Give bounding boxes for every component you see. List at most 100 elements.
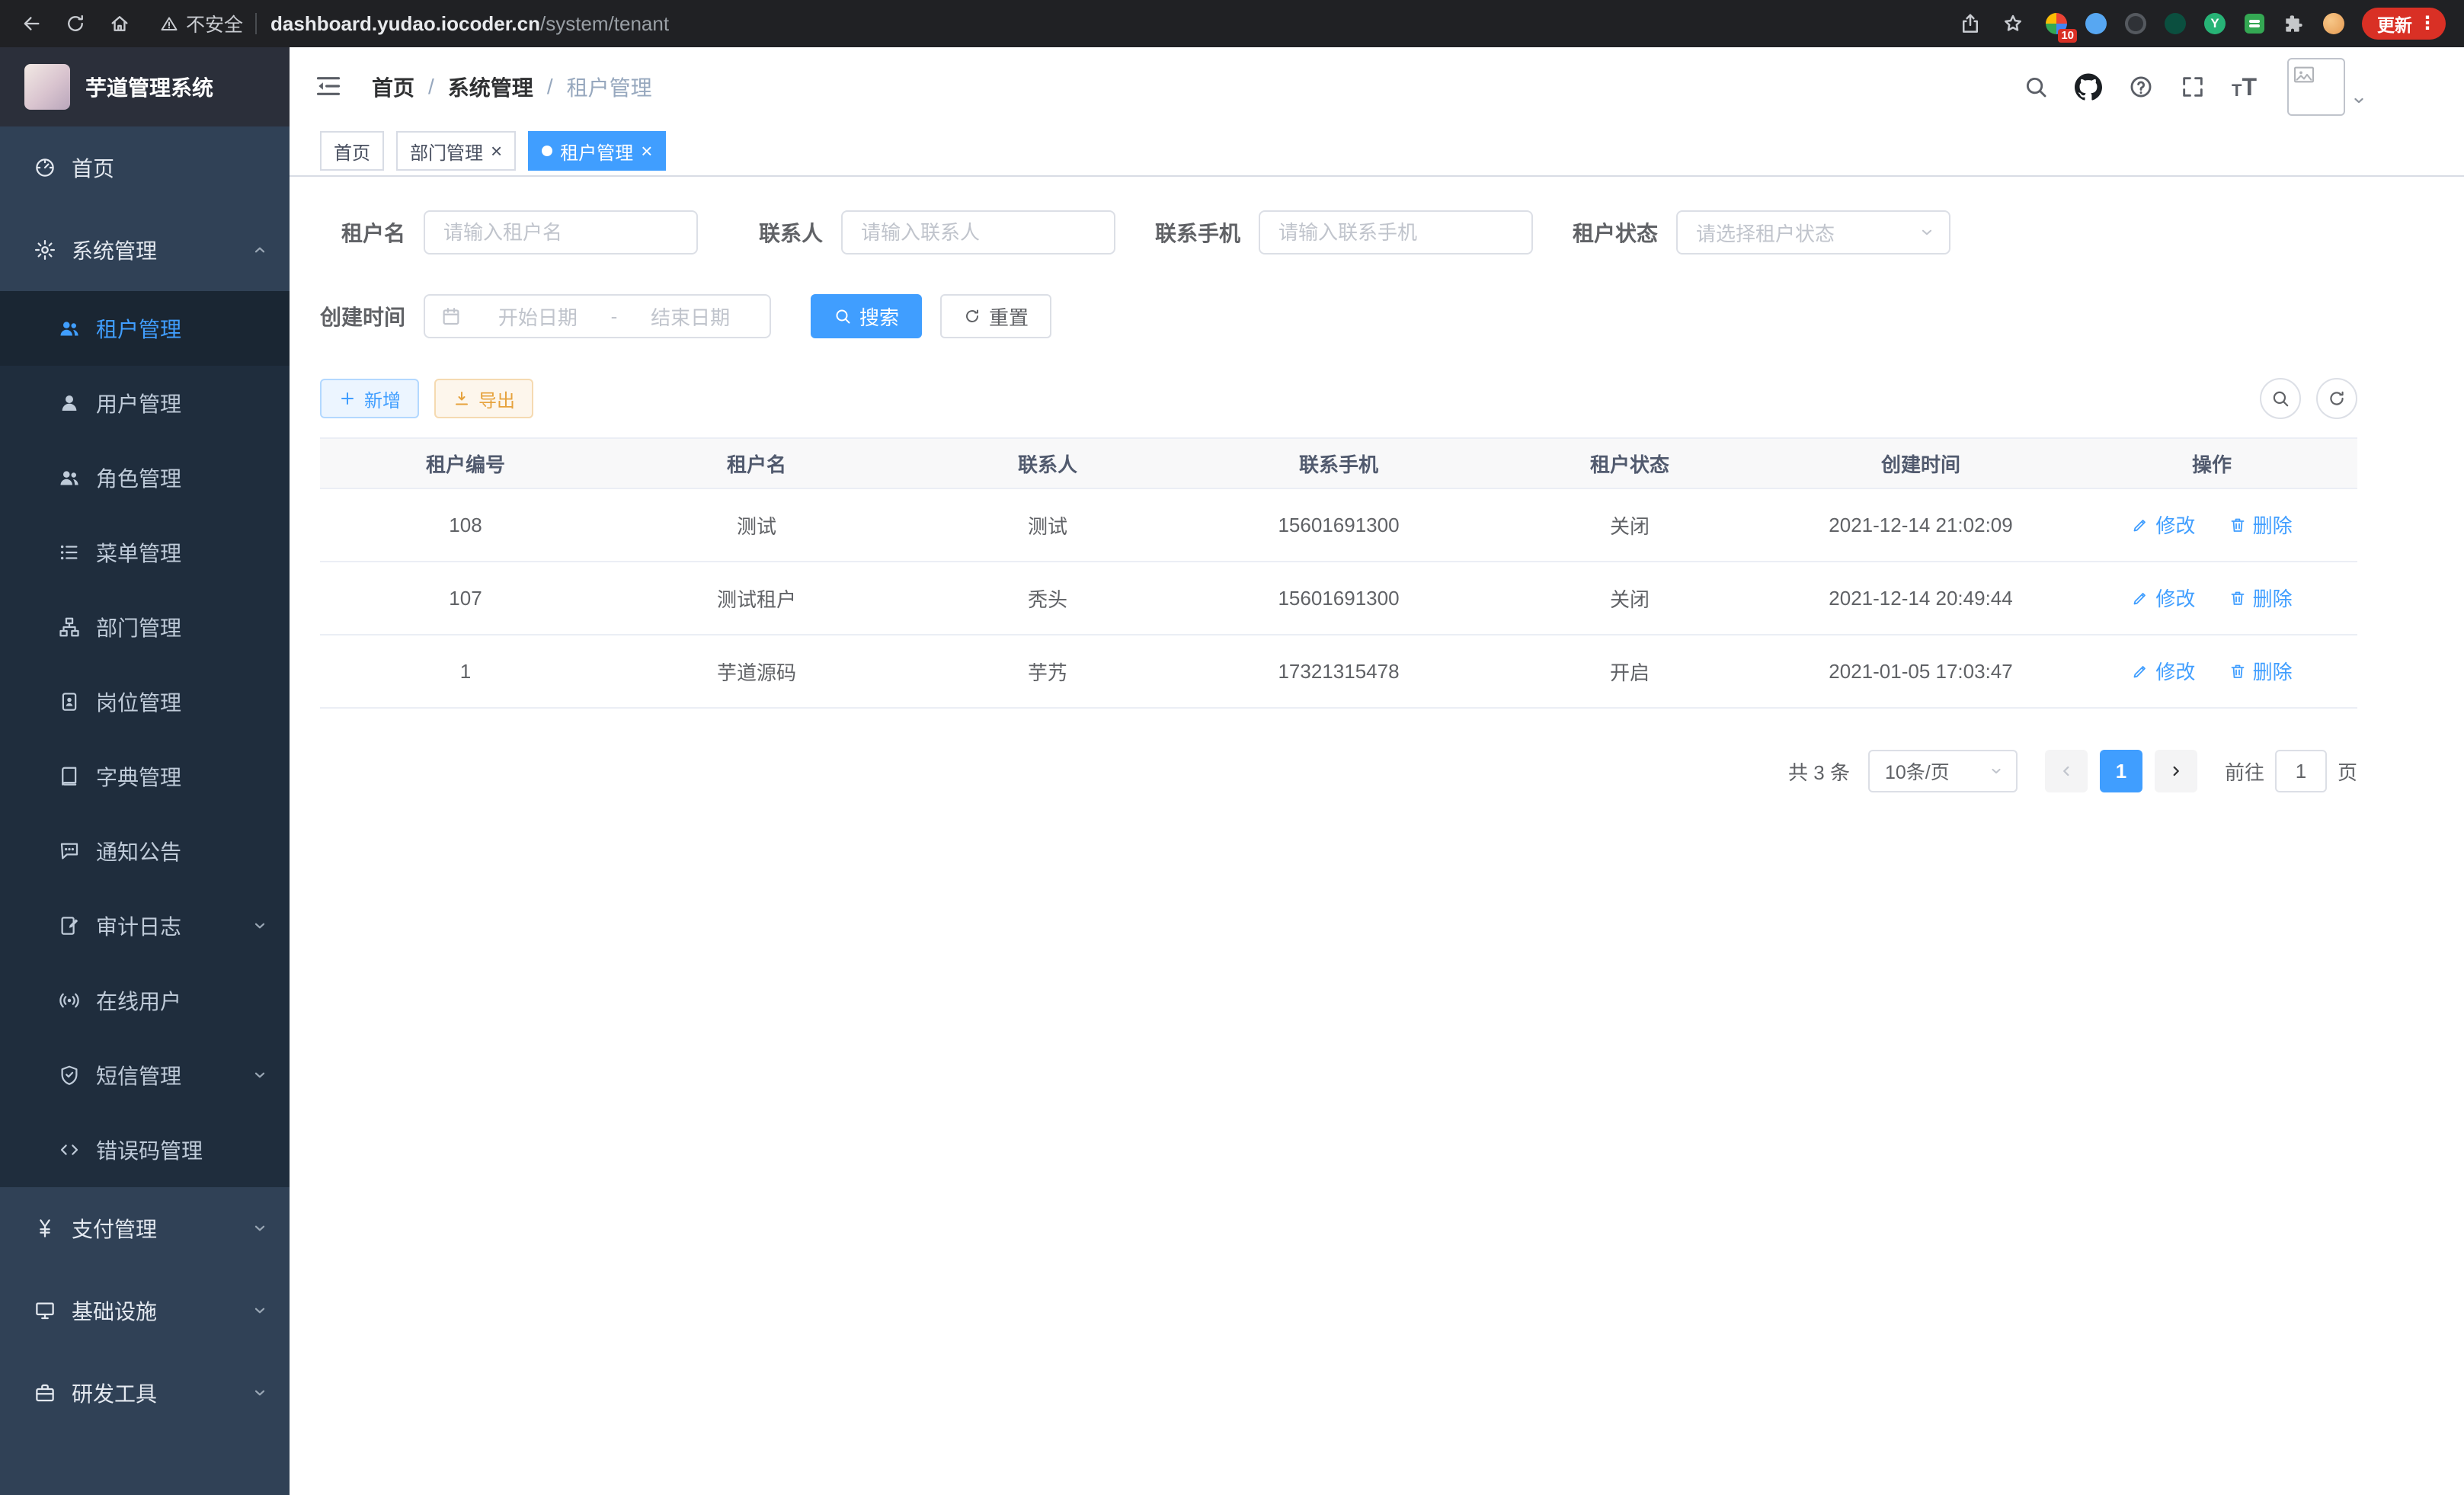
chevron-up-icon: [251, 242, 268, 258]
col-actions: 操作: [2066, 438, 2357, 488]
sidebar-item-payment[interactable]: 支付管理: [0, 1187, 290, 1269]
add-button[interactable]: 新增: [320, 379, 419, 418]
tab-home[interactable]: 首页: [320, 131, 384, 171]
back-button[interactable]: [12, 5, 50, 43]
extensions-menu-button[interactable]: [2281, 11, 2307, 37]
tenant-name-input[interactable]: [424, 210, 698, 255]
chrome-update-button[interactable]: 更新 ⋮: [2362, 8, 2446, 40]
bookmark-button[interactable]: [1996, 7, 2030, 40]
extension-badge: 10: [2058, 29, 2077, 43]
extension-colorful[interactable]: 10: [2043, 11, 2069, 37]
page-1-button[interactable]: 1: [2100, 750, 2142, 792]
refresh-table-button[interactable]: [2316, 378, 2357, 419]
sidebar-item-devtools[interactable]: 研发工具: [0, 1352, 290, 1434]
sidebar-item-online-users[interactable]: 在线用户: [0, 963, 290, 1038]
sidebar-item-user[interactable]: 用户管理: [0, 366, 290, 440]
broken-image-icon: [2292, 62, 2316, 87]
share-button[interactable]: [1954, 7, 1987, 40]
trash-icon: [2229, 662, 2247, 680]
monitor-icon: [34, 1299, 56, 1322]
tenant-status-select[interactable]: 请选择租户状态: [1676, 210, 1950, 255]
github-link[interactable]: [2075, 73, 2102, 101]
chevron-down-icon: [251, 1067, 268, 1084]
reset-button[interactable]: 重置: [940, 294, 1051, 338]
create-time-range-picker[interactable]: 开始日期 - 结束日期: [424, 294, 771, 338]
audit-doc-icon: [58, 914, 81, 937]
edit-button[interactable]: 修改: [2131, 657, 2195, 685]
profile-button[interactable]: [2321, 11, 2347, 37]
sidebar-item-home[interactable]: 首页: [0, 126, 290, 209]
sidebar-item-role[interactable]: 角色管理: [0, 440, 290, 515]
delete-button[interactable]: 删除: [2229, 511, 2293, 539]
sidebar-item-tenant[interactable]: 租户管理: [0, 291, 290, 366]
broadcast-icon: [58, 989, 81, 1012]
sidebar-item-system[interactable]: 系统管理: [0, 209, 290, 291]
chevron-down-icon: [1918, 224, 1935, 241]
extension-darkgreen[interactable]: [2162, 11, 2188, 37]
extension-blue[interactable]: [2083, 11, 2109, 37]
tenant-table: 租户编号 租户名 联系人 联系手机 租户状态 创建时间 操作 108 测试: [320, 437, 2357, 709]
pencil-icon: [2131, 589, 2149, 607]
status-text: 关闭: [1484, 562, 1775, 635]
next-page-button[interactable]: [2155, 750, 2197, 792]
search-icon: [2023, 74, 2049, 100]
yen-icon: [34, 1217, 56, 1240]
users-icon: [58, 317, 81, 340]
sidebar-item-dict[interactable]: 字典管理: [0, 739, 290, 814]
sidebar-item-error-code[interactable]: 错误码管理: [0, 1112, 290, 1187]
sidebar-item-dept[interactable]: 部门管理: [0, 590, 290, 664]
role-icon: [58, 466, 81, 489]
goto-page-input[interactable]: [2275, 750, 2327, 792]
code-icon: [58, 1138, 81, 1161]
home-button[interactable]: [101, 5, 139, 43]
search-button[interactable]: 搜索: [811, 294, 922, 338]
sidebar-item-infra[interactable]: 基础设施: [0, 1269, 290, 1352]
page-size-select[interactable]: 10条/页: [1868, 750, 2018, 792]
collapse-sidebar-button[interactable]: [314, 72, 344, 102]
help-button[interactable]: [2128, 74, 2154, 100]
table-row: 107 测试租户 秃头 15601691300 关闭 2021-12-14 20…: [320, 562, 2357, 635]
avatar: [2287, 58, 2345, 116]
contact-input[interactable]: [841, 210, 1115, 255]
edit-button[interactable]: 修改: [2131, 511, 2195, 539]
user-menu[interactable]: [2287, 58, 2366, 116]
plus-icon: [338, 389, 357, 408]
fullscreen-button[interactable]: [2180, 74, 2206, 100]
extension-chat[interactable]: [2242, 11, 2267, 37]
breadcrumb-home[interactable]: 首页: [372, 72, 414, 102]
update-label: 更新: [2377, 11, 2412, 37]
header-search-button[interactable]: [2023, 74, 2049, 100]
back-icon: [21, 13, 42, 34]
font-size-button[interactable]: TT: [2232, 75, 2257, 99]
sidebar-logo[interactable]: 芋道管理系统: [0, 47, 290, 126]
sidebar-item-post[interactable]: 岗位管理: [0, 664, 290, 739]
breadcrumb-system[interactable]: 系统管理: [448, 72, 533, 102]
sidebar-item-notice[interactable]: 通知公告: [0, 814, 290, 888]
prev-page-button[interactable]: [2045, 750, 2088, 792]
breadcrumb-current: 租户管理: [567, 72, 652, 102]
tab-close-icon[interactable]: ×: [641, 141, 652, 161]
delete-button[interactable]: 删除: [2229, 657, 2293, 685]
logo-title: 芋道管理系统: [85, 72, 213, 102]
tab-tenant[interactable]: 租户管理 ×: [528, 131, 666, 171]
star-icon: [2002, 12, 2024, 35]
reload-button[interactable]: [56, 5, 94, 43]
extension-y[interactable]: Y: [2202, 11, 2228, 37]
export-button[interactable]: 导出: [434, 379, 533, 418]
tab-close-icon[interactable]: ×: [491, 141, 502, 161]
mobile-input[interactable]: [1259, 210, 1533, 255]
table-header-row: 租户编号 租户名 联系人 联系手机 租户状态 创建时间 操作: [320, 438, 2357, 488]
sidebar-item-audit-log[interactable]: 审计日志: [0, 888, 290, 963]
dark-extension-icon: [2125, 13, 2146, 34]
tab-dept[interactable]: 部门管理 ×: [396, 131, 516, 171]
darkgreen-extension-icon: [2165, 13, 2186, 34]
chevron-left-icon: [2058, 763, 2075, 780]
delete-button[interactable]: 删除: [2229, 584, 2293, 612]
extension-dark[interactable]: [2123, 11, 2149, 37]
edit-button[interactable]: 修改: [2131, 584, 2195, 612]
address-bar[interactable]: 不安全 dashboard.yudao.iocoder.cn/system/te…: [160, 10, 669, 37]
create-time-label: 创建时间: [320, 301, 424, 331]
sidebar-item-sms[interactable]: 短信管理: [0, 1038, 290, 1112]
sidebar-item-menu[interactable]: 菜单管理: [0, 515, 290, 590]
toggle-search-button[interactable]: [2260, 378, 2301, 419]
